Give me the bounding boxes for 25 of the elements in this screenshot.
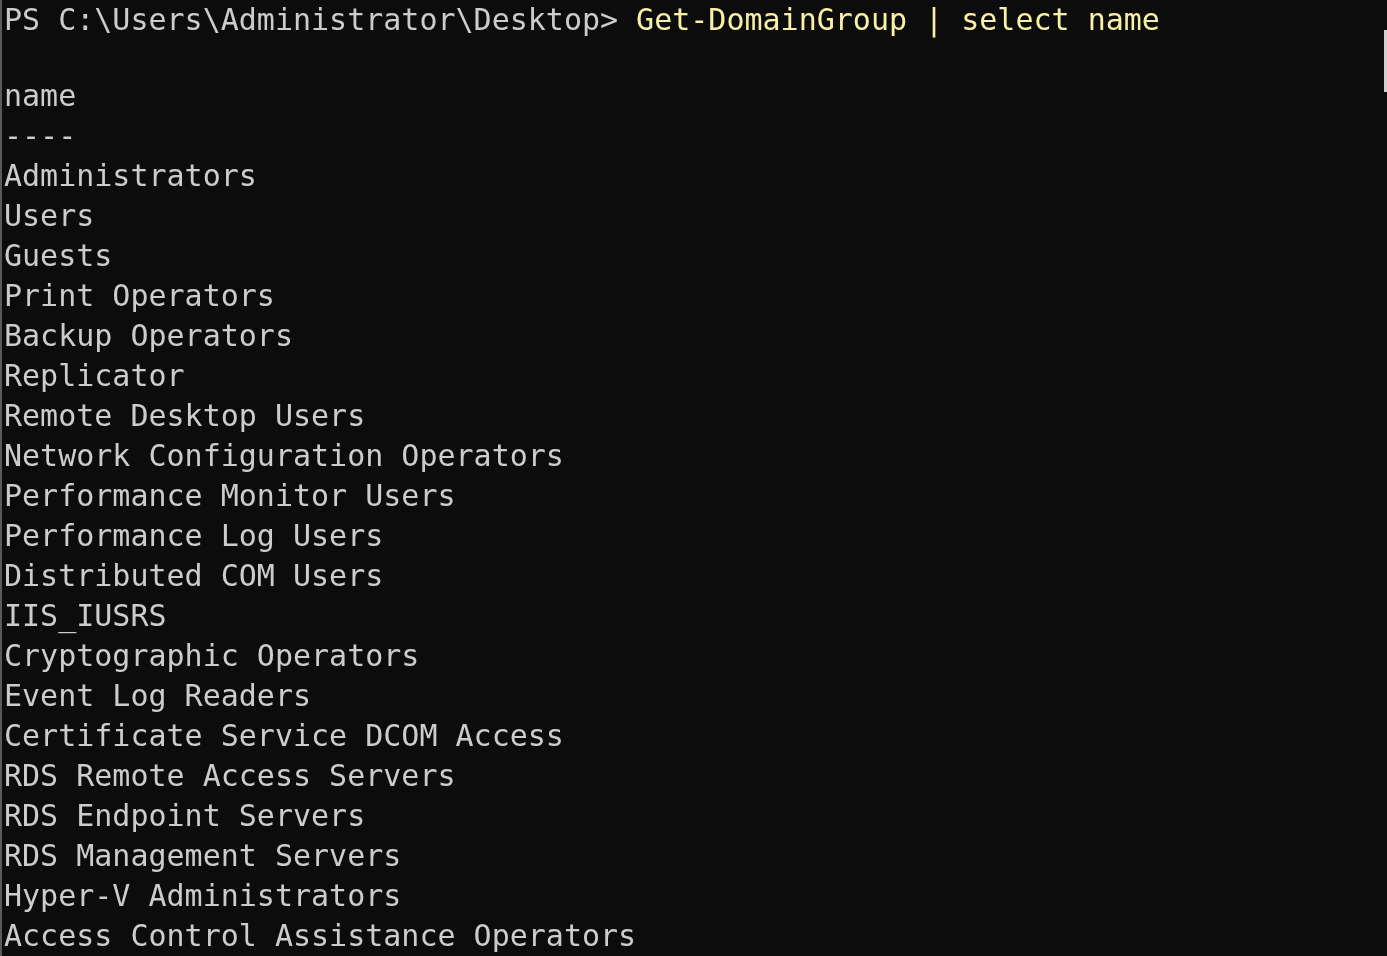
output-line: Users (4, 197, 95, 235)
output-line: Print Operators (4, 277, 275, 315)
output-line: Replicator (4, 357, 185, 395)
output-line: Network Configuration Operators (4, 437, 564, 475)
output-line: RDS Endpoint Servers (4, 797, 366, 835)
output-line: RDS Remote Access Servers (4, 757, 456, 795)
output-line: Distributed COM Users (4, 557, 384, 595)
scrollbar-thumb[interactable] (1384, 30, 1387, 92)
header-separator: ---- (4, 117, 77, 155)
command-text: Get-DomainGroup | select name (636, 1, 1160, 40)
output-line: Backup Operators (4, 317, 293, 355)
output-line: Certificate Service DCOM Access (4, 717, 564, 755)
output-line: RDS Management Servers (4, 837, 402, 875)
output-line: Cryptographic Operators (4, 637, 420, 675)
output-line: IIS_IUSRS (4, 597, 167, 636)
output-line: Performance Log Users (4, 517, 384, 555)
output-line: Guests (4, 237, 113, 275)
output-line: Hyper-V Administrators (4, 877, 402, 915)
column-header: name (4, 77, 77, 115)
output-line: Performance Monitor Users (4, 477, 456, 515)
output-line: Administrators (4, 157, 257, 195)
output-line: Access Control Assistance Operators (4, 917, 637, 955)
shell-prompt: PS C:\Users\Administrator\Desktop> (4, 1, 619, 39)
output-line: Remote Desktop Users (4, 397, 366, 435)
output-line: Event Log Readers (4, 677, 312, 715)
